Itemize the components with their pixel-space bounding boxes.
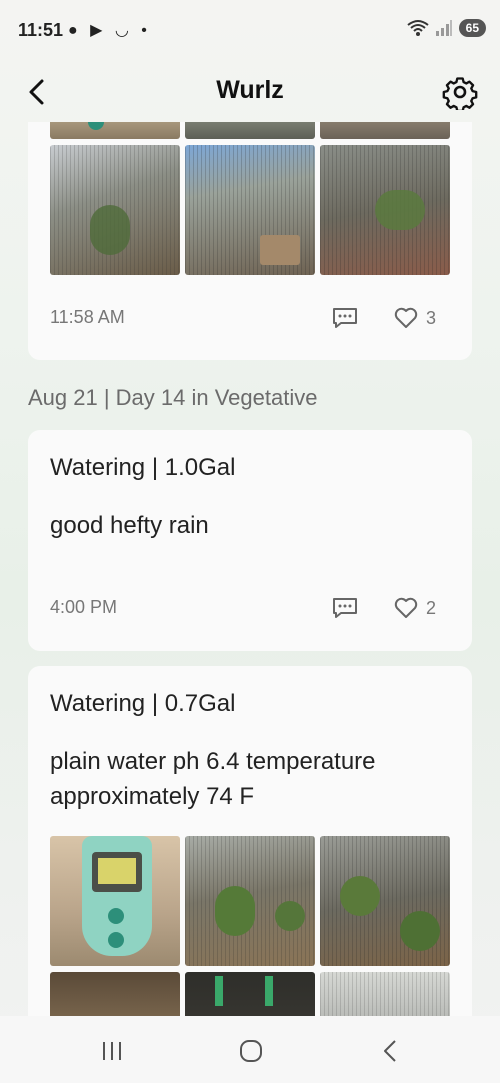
post-photo[interactable] [50,122,180,139]
gear-icon[interactable] [442,74,478,110]
signal-icon [435,20,452,36]
like-button[interactable]: 3 [394,306,436,330]
post-body: good hefty rain [50,512,209,539]
post-card: Watering | 0.7Gal plain water ph 6.4 tem… [28,666,472,1016]
post-body: plain water ph 6.4 temperature approxima… [50,748,376,810]
post-photo[interactable] [185,836,315,966]
app-bar: Wurlz [0,62,500,122]
post-photo[interactable] [50,972,180,1016]
post-photo[interactable] [320,836,450,966]
system-nav-bar [0,1016,500,1083]
post-time: 4:00 PM [50,597,118,617]
post-photo[interactable] [50,836,180,966]
recent-apps-icon[interactable] [97,1036,127,1066]
post-title: Watering | 1.0Gal [50,454,236,481]
post-photo[interactable] [185,972,315,1016]
status-time: 11:51 [18,20,64,40]
feed[interactable]: 11:58 AM 3 Aug 21 | Day 14 in Vegetative… [0,122,500,1016]
page-title: Wurlz [216,76,284,104]
status-bar: 11:51 ● ▶ ◡ • 65 [0,0,500,62]
comment-icon[interactable] [332,597,358,619]
like-count: 2 [426,597,437,618]
like-button[interactable]: 2 [394,596,436,620]
post-photo[interactable] [185,122,315,139]
post-card: 11:58 AM 3 [28,122,472,360]
date-header: Aug 21 | Day 14 in Vegetative [28,385,318,410]
notification-icons: ● ▶ ◡ • [68,22,151,39]
home-icon[interactable] [236,1036,266,1066]
post-card: Watering | 1.0Gal good hefty rain 4:00 P… [28,430,472,651]
post-title: Watering | 0.7Gal [50,690,236,717]
post-photo[interactable] [320,972,450,1016]
post-photo[interactable] [185,145,315,275]
battery-indicator: 65 [458,19,486,37]
heart-icon [394,307,418,328]
post-photo[interactable] [320,122,450,139]
status-indicators: 65 [407,19,486,37]
post-time: 11:58 AM [50,307,125,327]
comment-icon[interactable] [332,307,358,329]
post-photo[interactable] [320,145,450,275]
like-count: 3 [426,307,437,328]
back-nav-icon[interactable] [376,1036,406,1066]
post-photo[interactable] [50,145,180,275]
wifi-icon [407,20,429,36]
heart-icon [394,597,418,618]
